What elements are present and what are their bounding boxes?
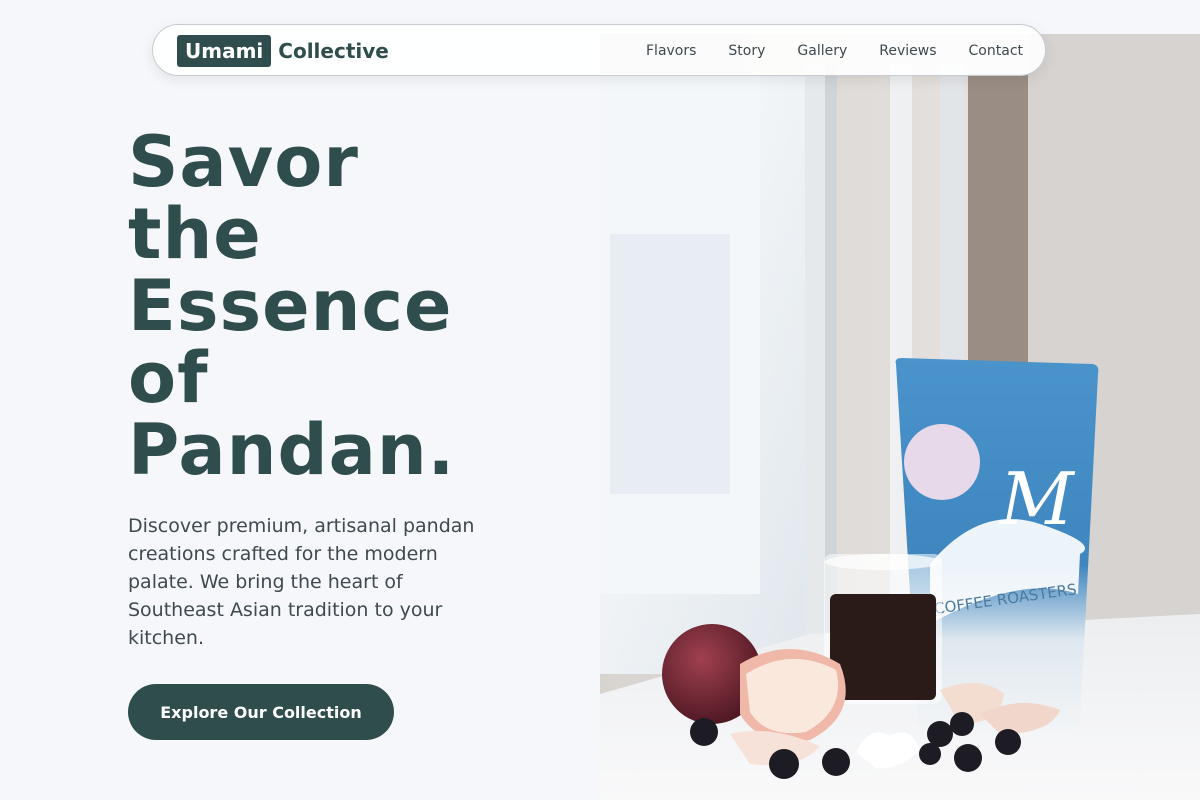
- nav-links: Flavors Story Gallery Reviews Contact: [614, 25, 1023, 77]
- explore-collection-button[interactable]: Explore Our Collection: [128, 684, 394, 740]
- nav-link-gallery[interactable]: Gallery: [797, 43, 847, 59]
- nav-link-contact[interactable]: Contact: [969, 43, 1023, 59]
- hero-headline-line: Savor: [128, 121, 359, 203]
- hero-headline-line: Essence: [128, 265, 453, 347]
- hero-headline-line: of: [128, 337, 209, 419]
- bag-sticker: [904, 424, 980, 500]
- hero-photo-illustration: COFFEE ROASTERS M: [600, 34, 1200, 800]
- hero-headline-line: Pandan.: [128, 409, 456, 491]
- nav-link-reviews[interactable]: Reviews: [879, 43, 936, 59]
- nav-link-flavors[interactable]: Flavors: [646, 43, 696, 59]
- brand-logo-text: Collective: [278, 39, 389, 63]
- top-nav: Umami Collective Flavors Story Gallery R…: [152, 24, 1046, 76]
- brand-logo[interactable]: Umami Collective: [177, 35, 389, 67]
- hero-intro-text: Discover premium, artisanal pandan creat…: [128, 515, 475, 649]
- nav-link-story[interactable]: Story: [728, 43, 765, 59]
- hero-headline-line: the: [128, 193, 262, 275]
- hero-photo: COFFEE ROASTERS M: [600, 34, 1200, 800]
- bag-logo-letter: M: [998, 457, 1076, 541]
- hero-headline: Savor the Essence of Pandan.: [128, 126, 455, 486]
- brand-logo-box: Umami: [177, 35, 272, 67]
